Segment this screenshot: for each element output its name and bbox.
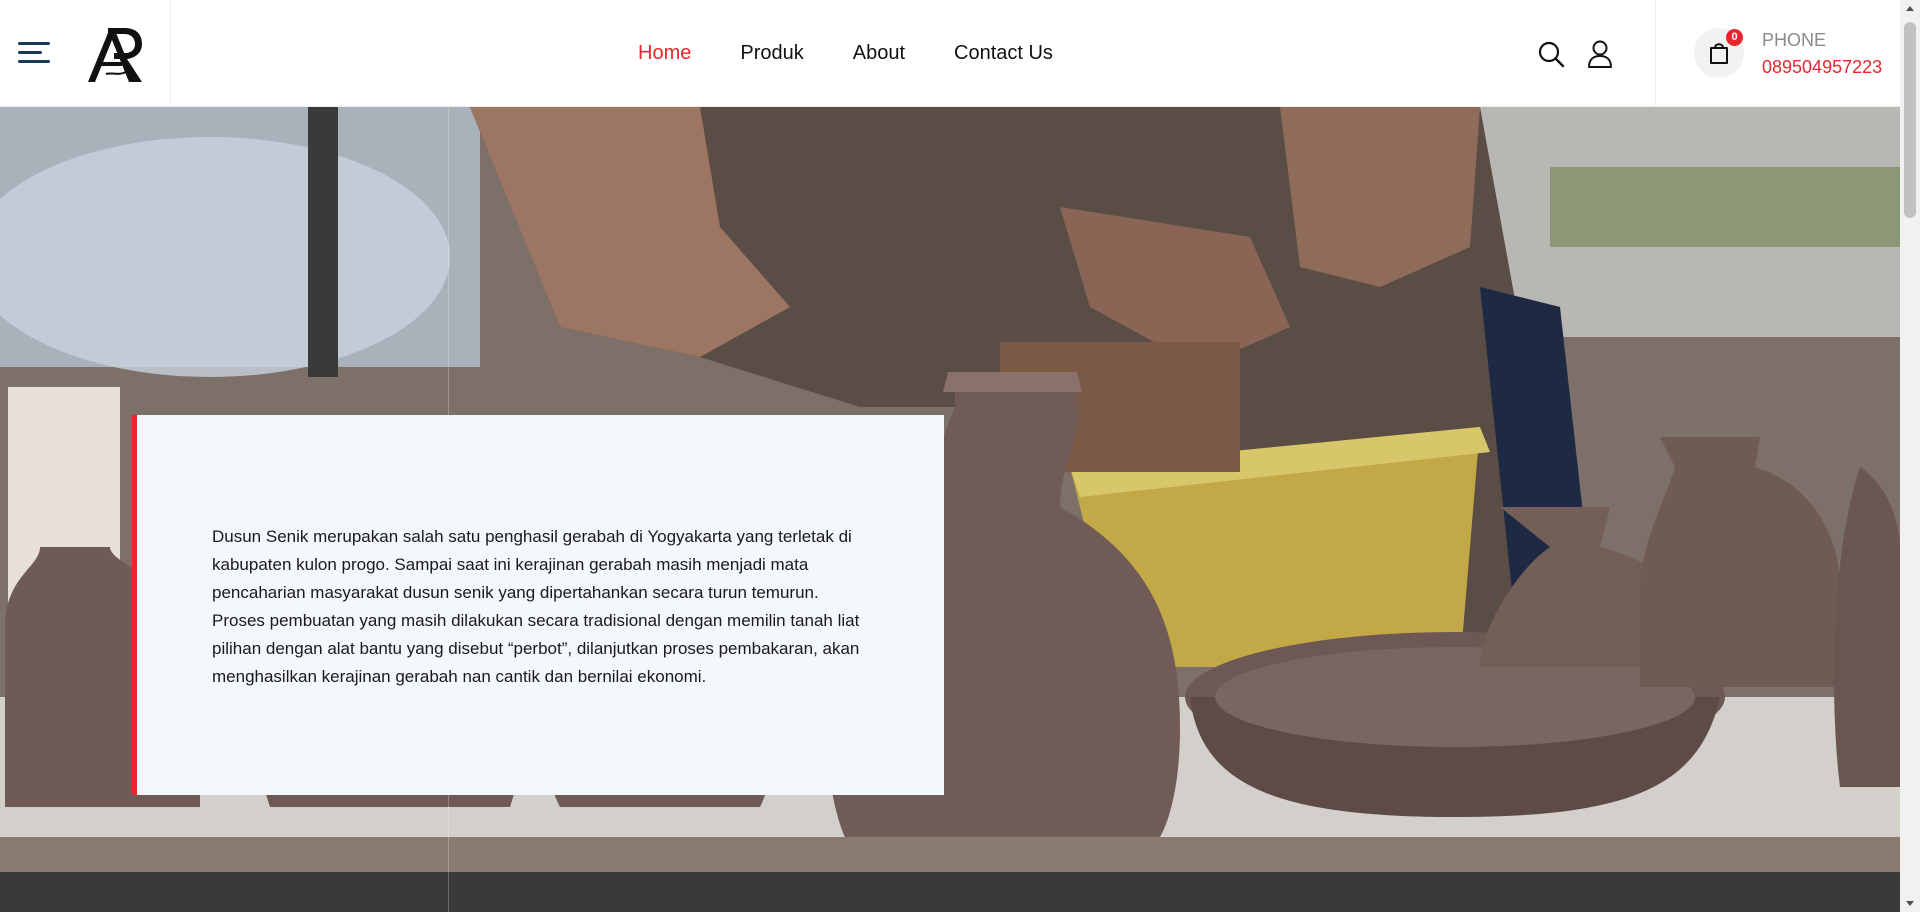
site-header: Home Produk About Contact Us 0 PHONE 089… — [0, 0, 1900, 107]
phone-number[interactable]: 089504957223 — [1762, 57, 1882, 78]
nav-item-produk[interactable]: Produk — [740, 40, 803, 66]
header-divider — [1655, 0, 1656, 107]
nav-item-about[interactable]: About — [853, 40, 905, 66]
main-nav: Home Produk About Contact Us — [638, 40, 1102, 66]
page: Home Produk About Contact Us 0 PHONE 089… — [0, 0, 1920, 912]
user-icon[interactable] — [1586, 39, 1614, 69]
phone-label: PHONE — [1762, 30, 1827, 50]
cart-count-badge: 0 — [1726, 29, 1743, 46]
nav-item-home[interactable]: Home — [638, 40, 691, 66]
cart-button[interactable]: 0 — [1694, 28, 1744, 78]
shopping-bag-icon — [1710, 43, 1728, 64]
hero-section: Dusun Senik merupakan salah satu penghas… — [0, 107, 1900, 912]
search-icon[interactable] — [1537, 39, 1565, 69]
header-divider — [170, 0, 171, 107]
nav-item-contact-us[interactable]: Contact Us — [954, 40, 1053, 66]
scroll-down-arrow-icon[interactable] — [1900, 894, 1920, 912]
intro-text: Dusun Senik merupakan salah satu penghas… — [212, 527, 860, 686]
hamburger-menu-icon[interactable] — [18, 42, 50, 64]
intro-card: Dusun Senik merupakan salah satu penghas… — [132, 415, 944, 795]
scrollbar-thumb[interactable] — [1904, 22, 1916, 218]
page-scrollbar[interactable] — [1900, 0, 1920, 912]
scroll-up-arrow-icon[interactable] — [1900, 0, 1920, 18]
ar-logo-icon[interactable] — [84, 22, 148, 86]
